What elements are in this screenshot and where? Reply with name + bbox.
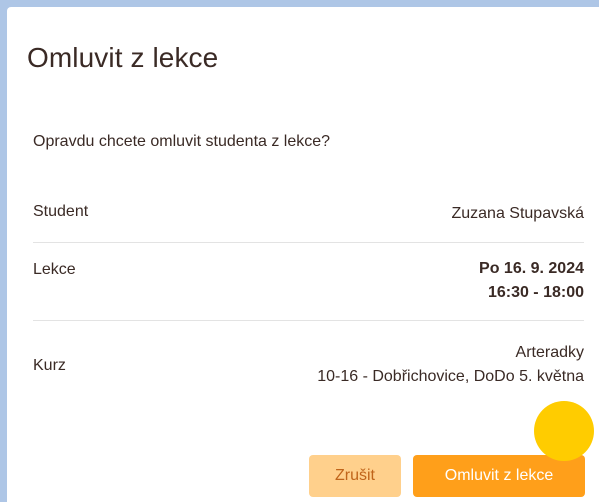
- lesson-value: Po 16. 9. 2024 16:30 - 18:00: [479, 257, 584, 305]
- course-name: Arteradky: [515, 344, 584, 361]
- lesson-row: Lekce Po 16. 9. 2024 16:30 - 18:00: [33, 255, 584, 325]
- cancel-button[interactable]: Zrušit: [309, 455, 401, 497]
- divider: [33, 320, 584, 321]
- course-row: Kurz Arteradky 10-16 - Dobřichovice, DoD…: [33, 337, 584, 407]
- cursor-highlight: [534, 401, 594, 461]
- dialog-title: Omluvit z lekce: [27, 42, 219, 73]
- lesson-date: Po 16. 9. 2024: [479, 260, 584, 277]
- lesson-time: 16:30 - 18:00: [487, 284, 584, 301]
- student-value: Zuzana Stupavská: [451, 205, 584, 222]
- course-label: Kurz: [33, 357, 66, 374]
- excuse-button[interactable]: Omluvit z lekce: [413, 455, 585, 497]
- divider: [33, 242, 584, 243]
- lesson-label: Lekce: [33, 261, 76, 278]
- student-label: Student: [33, 203, 89, 220]
- dialog-prompt: Opravdu chcete omluvit studenta z lekce?: [33, 133, 331, 150]
- student-row: Student Zuzana Stupavská: [33, 203, 584, 239]
- course-detail: 10-16 - Dobřichovice, DoDo 5. května: [317, 368, 584, 385]
- course-value: Arteradky 10-16 - Dobřichovice, DoDo 5. …: [317, 341, 584, 389]
- excuse-dialog: Omluvit z lekce Opravdu chcete omluvit s…: [7, 7, 599, 502]
